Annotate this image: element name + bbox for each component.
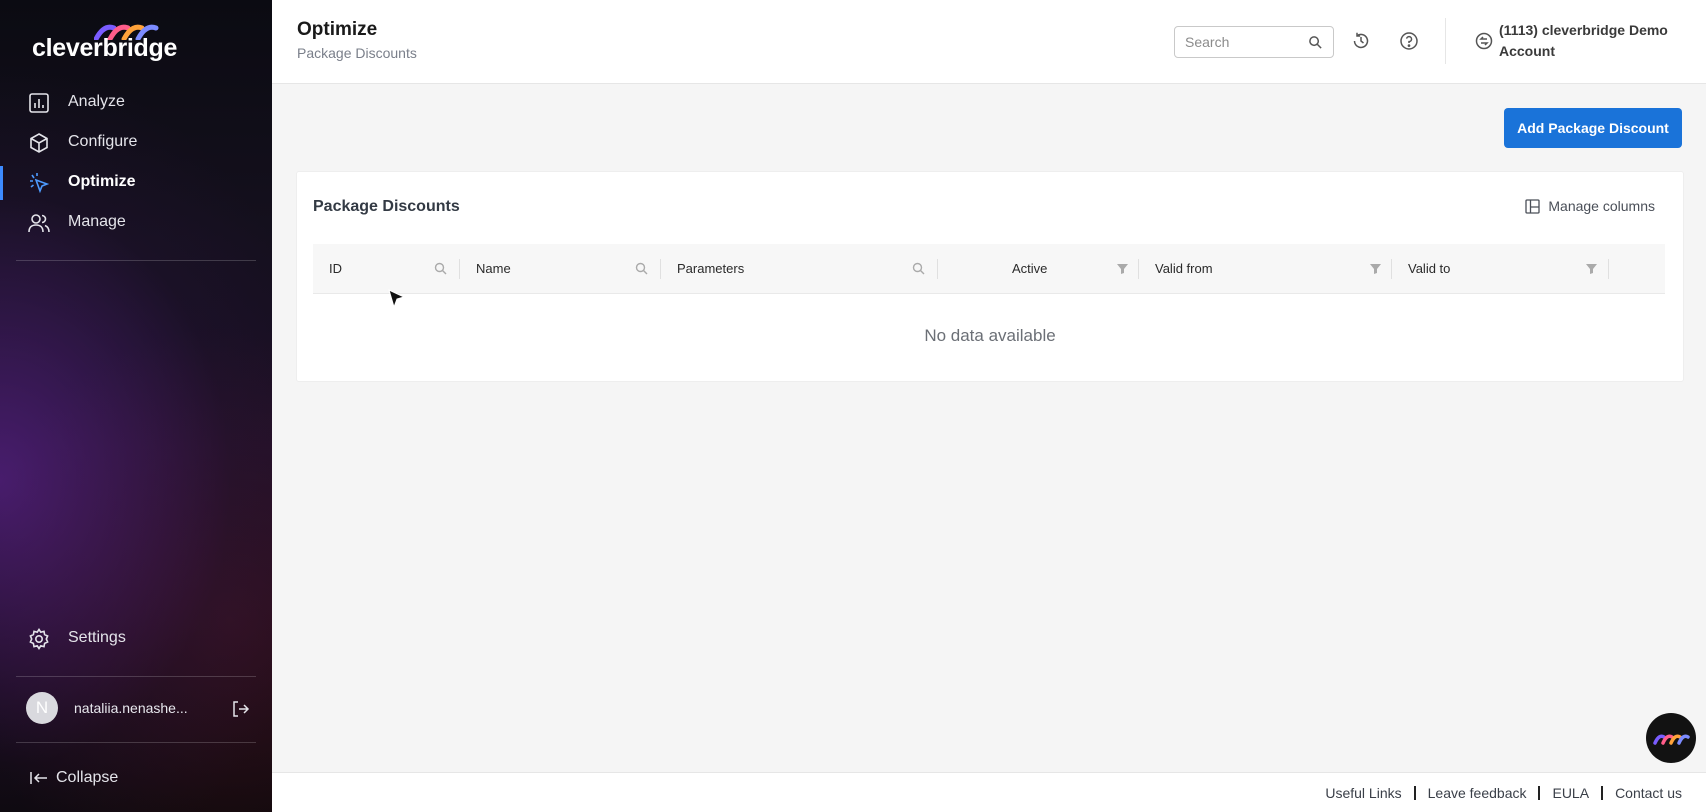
sidebar-divider bbox=[16, 742, 256, 743]
page-title: Optimize bbox=[297, 19, 378, 40]
column-header-label: Parameters bbox=[677, 261, 745, 276]
account-name: (1113) cleverbridge Demo Account bbox=[1499, 22, 1668, 59]
bar-chart-icon bbox=[29, 93, 49, 113]
column-active: Active bbox=[938, 244, 1138, 294]
manage-columns-button[interactable]: Manage columns bbox=[1525, 198, 1655, 214]
sidebar-item-optimize[interactable]: Optimize bbox=[0, 164, 272, 200]
cursor-click-icon bbox=[30, 173, 50, 194]
footer-links: Useful Links Leave feedback EULA Contact… bbox=[1325, 785, 1682, 801]
sidebar-item-label: Optimize bbox=[68, 173, 136, 190]
mouse-pointer-icon bbox=[388, 289, 406, 309]
logo-wordmark: cleverbridge bbox=[32, 34, 178, 62]
footer-divider bbox=[1538, 786, 1541, 800]
column-header-label: ID bbox=[329, 261, 342, 276]
filter-icon[interactable] bbox=[1116, 262, 1129, 275]
footer-link-useful-links[interactable]: Useful Links bbox=[1325, 785, 1401, 801]
sidebar: cleverbridge Analyze Configure Optimize … bbox=[0, 0, 272, 812]
search-icon[interactable] bbox=[1308, 35, 1323, 50]
footer-link-eula[interactable]: EULA bbox=[1552, 785, 1589, 801]
chat-logo-icon bbox=[1653, 734, 1690, 745]
manage-columns-label: Manage columns bbox=[1548, 198, 1655, 214]
gear-icon bbox=[29, 628, 49, 650]
settings-label: Settings bbox=[68, 629, 126, 646]
header-divider bbox=[1445, 18, 1446, 64]
sidebar-item-analyze[interactable]: Analyze bbox=[0, 84, 272, 120]
search-icon[interactable] bbox=[912, 262, 925, 275]
help-icon[interactable] bbox=[1399, 31, 1419, 51]
sidebar-item-settings[interactable]: Settings bbox=[0, 620, 272, 656]
filter-icon[interactable] bbox=[1585, 262, 1598, 275]
cleverbridge-logo[interactable]: cleverbridge bbox=[32, 18, 177, 64]
sidebar-item-configure[interactable]: Configure bbox=[0, 124, 272, 160]
column-name: Name bbox=[460, 244, 660, 294]
search-box bbox=[1174, 26, 1334, 58]
column-valid-to: Valid to bbox=[1392, 244, 1608, 294]
history-icon[interactable] bbox=[1351, 31, 1371, 51]
column-valid-from: Valid from bbox=[1139, 244, 1391, 294]
sidebar-item-label: Manage bbox=[68, 213, 126, 230]
card-title: Package Discounts bbox=[313, 198, 460, 215]
column-header-label: Name bbox=[476, 261, 511, 276]
collapse-arrow-icon bbox=[30, 772, 47, 784]
columns-icon bbox=[1525, 198, 1541, 214]
filter-icon[interactable] bbox=[1369, 262, 1382, 275]
cube-icon bbox=[30, 133, 48, 153]
sidebar-item-label: Configure bbox=[68, 133, 138, 150]
sidebar-divider bbox=[16, 676, 256, 677]
footer-divider bbox=[1413, 786, 1416, 800]
sidebar-item-manage[interactable]: Manage bbox=[0, 204, 272, 240]
empty-state-message: No data available bbox=[924, 326, 1056, 345]
column-header-label: Valid to bbox=[1408, 261, 1451, 276]
column-parameters: Parameters bbox=[661, 244, 937, 294]
chat-assistant-button[interactable] bbox=[1646, 713, 1696, 763]
sidebar-divider bbox=[16, 260, 256, 261]
add-package-discount-button[interactable]: Add Package Discount bbox=[1504, 108, 1682, 148]
package-discounts-card: Package Discounts Manage columns ID Name… bbox=[297, 172, 1683, 381]
username: nataliia.nenashe... bbox=[74, 700, 188, 716]
footer-link-contact-us[interactable]: Contact us bbox=[1615, 785, 1682, 801]
search-icon[interactable] bbox=[434, 262, 447, 275]
sidebar-item-label: Analyze bbox=[68, 93, 125, 110]
collapse-button[interactable]: Collapse bbox=[30, 766, 118, 790]
avatar: N bbox=[26, 692, 58, 724]
user-profile[interactable]: N nataliia.nenashe... bbox=[0, 690, 272, 730]
table-header: ID Name Parameters Active Valid from Val… bbox=[313, 244, 1665, 294]
column-header-label: Valid from bbox=[1155, 261, 1213, 276]
footer-link-leave-feedback[interactable]: Leave feedback bbox=[1428, 785, 1527, 801]
breadcrumb: Package Discounts bbox=[297, 45, 417, 61]
search-input[interactable] bbox=[1185, 27, 1305, 57]
column-header-label: Active bbox=[1012, 261, 1048, 276]
users-icon bbox=[28, 214, 50, 233]
collapse-label: Collapse bbox=[56, 769, 119, 786]
top-header: Optimize Package Discounts (1113) clever… bbox=[272, 0, 1706, 84]
logout-icon[interactable] bbox=[230, 699, 250, 719]
search-icon[interactable] bbox=[635, 262, 648, 275]
column-id: ID bbox=[313, 244, 459, 294]
column-divider bbox=[1608, 259, 1609, 279]
footer: Useful Links Leave feedback EULA Contact… bbox=[272, 772, 1706, 812]
footer-divider bbox=[1601, 786, 1604, 800]
switch-account-icon bbox=[1475, 32, 1493, 50]
